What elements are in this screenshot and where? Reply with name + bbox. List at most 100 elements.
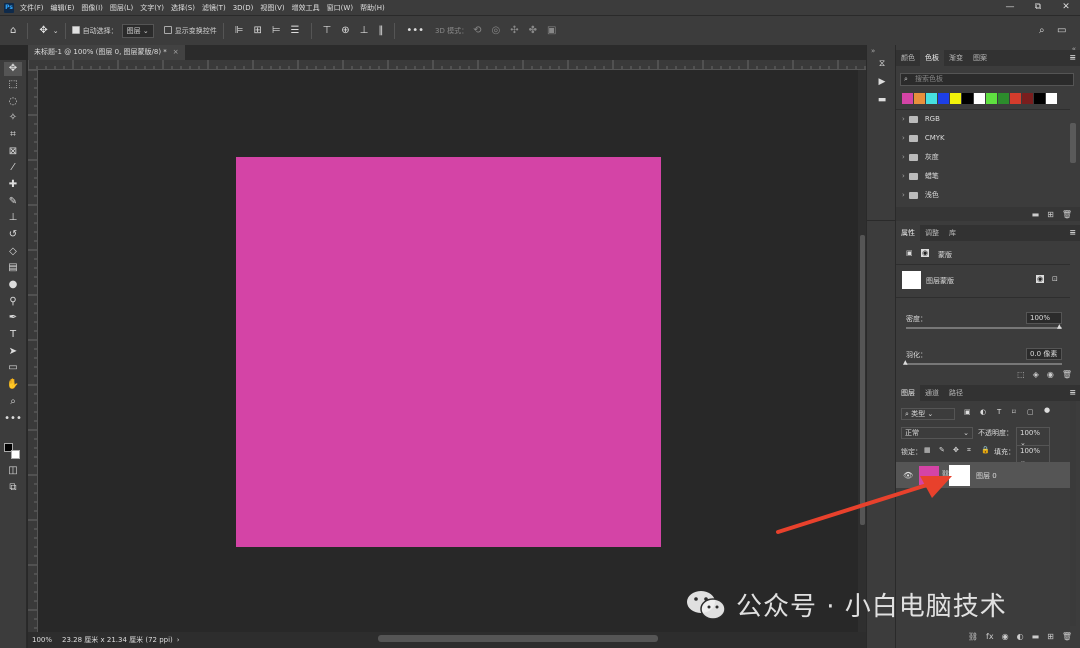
tab-gradients[interactable]: 渐变	[944, 50, 968, 66]
status-menu-icon[interactable]: ›	[177, 636, 180, 644]
feather-input[interactable]: 0.0 像素	[1026, 348, 1062, 360]
layer-filter-dropdown[interactable]: ⌕ 类型 ⌄	[901, 408, 955, 420]
lock-image-icon[interactable]: ✎	[939, 446, 945, 454]
align-top-icon[interactable]: ⊤	[323, 25, 332, 36]
adjustment-layer-icon[interactable]: ◐	[1017, 632, 1024, 641]
color-swatch[interactable]	[998, 93, 1009, 104]
layers-scrollbar-track[interactable]	[1070, 401, 1076, 626]
menu-help[interactable]: 帮助(H)	[360, 3, 385, 13]
history-brush-icon[interactable]: ↺	[4, 228, 22, 242]
auto-select-dropdown[interactable]: 图层 ⌄	[121, 23, 154, 38]
tab-channels[interactable]: 通道	[920, 385, 944, 401]
search-icon[interactable]: ⌕	[1039, 25, 1045, 36]
layer-name[interactable]: 图层 0	[976, 471, 997, 481]
lock-position-icon[interactable]: ✥	[953, 446, 959, 454]
3d-roll-icon[interactable]: ◎	[492, 25, 501, 36]
actions-play-icon[interactable]: ▶	[876, 77, 888, 87]
vertical-scrollbar[interactable]	[858, 70, 866, 632]
path-select-icon[interactable]: ➤	[4, 345, 22, 359]
blend-mode-dropdown[interactable]: 正常 ⌄	[901, 427, 973, 439]
new-swatch-icon[interactable]: ⊞	[1047, 210, 1054, 219]
add-mask-icon[interactable]: ◉	[1002, 632, 1009, 641]
auto-select-checkbox[interactable]: 自动选择：	[71, 25, 118, 36]
3d-slide-icon[interactable]: ✤	[529, 25, 537, 36]
filter-shape-icon[interactable]: ⌑	[1012, 408, 1016, 416]
3d-drag-icon[interactable]: ✣	[510, 25, 518, 36]
menu-layer[interactable]: 图层(L)	[110, 3, 133, 13]
more-options-icon[interactable]: •••	[406, 25, 424, 36]
background-color-swatch[interactable]	[11, 450, 20, 459]
frame-tool-icon[interactable]: ⊠	[4, 145, 22, 159]
menu-image[interactable]: 图像(I)	[81, 3, 103, 13]
align-left-icon[interactable]: ⊫	[235, 25, 244, 36]
color-swatch[interactable]	[950, 93, 961, 104]
color-swatch[interactable]	[902, 93, 913, 104]
hand-tool-icon[interactable]: ✋	[4, 378, 22, 392]
stamp-tool-icon[interactable]: ⊥	[4, 211, 22, 225]
type-tool-icon[interactable]: T	[4, 328, 22, 342]
swatches-scrollbar[interactable]	[1070, 123, 1076, 163]
chevron-down-icon[interactable]: ⌄	[53, 27, 59, 35]
link-layers-icon[interactable]: ⛓	[968, 632, 978, 641]
crop-tool-icon[interactable]: ⌗	[4, 128, 22, 142]
new-group-icon[interactable]: ▬	[1032, 210, 1040, 219]
swatch-group-gray[interactable]: › 灰度	[902, 152, 939, 162]
canvas-area[interactable]	[38, 70, 858, 632]
swatch-group-pastel[interactable]: › 蜡笔	[902, 171, 939, 181]
magic-wand-icon[interactable]: ✧	[4, 111, 22, 125]
maximize-button[interactable]: ⧉	[1024, 0, 1052, 15]
align-bottom-icon[interactable]: ⊥	[360, 25, 369, 36]
panel-menu-icon[interactable]: ≡	[1069, 228, 1076, 237]
lock-all-icon[interactable]: 🔒	[981, 446, 990, 454]
new-layer-icon[interactable]: ⊞	[1047, 632, 1054, 641]
3d-camera-icon[interactable]: ▣	[547, 25, 556, 36]
filter-type-icon[interactable]: T	[997, 408, 1001, 416]
distribute-icon[interactable]: ☰	[291, 25, 300, 36]
distribute-vertical-icon[interactable]: ‖	[378, 25, 383, 36]
lock-artboard-icon[interactable]: ⌗	[967, 446, 971, 455]
dodge-tool-icon[interactable]: ⚲	[4, 295, 22, 309]
filter-smart-object-icon[interactable]: ▢	[1027, 408, 1034, 416]
feather-slider-handle[interactable]: ▲	[903, 359, 908, 366]
tab-libraries[interactable]: 库	[944, 225, 961, 241]
color-swatch[interactable]	[974, 93, 985, 104]
workspace-icon[interactable]: ▭	[1057, 25, 1066, 36]
feather-slider[interactable]	[906, 363, 1062, 365]
color-swatch[interactable]	[1034, 93, 1045, 104]
swatch-group-rgb[interactable]: › RGB	[902, 115, 940, 123]
filter-adjustment-icon[interactable]: ◐	[980, 408, 986, 416]
rectangle-tool-icon[interactable]: ▭	[4, 361, 22, 375]
color-swatch[interactable]	[962, 93, 973, 104]
panel-menu-icon[interactable]: ≡	[1069, 53, 1076, 62]
move-tool-icon[interactable]: ✥	[39, 25, 47, 36]
color-swatch[interactable]	[1022, 93, 1033, 104]
show-transform-checkbox[interactable]: 显示变换控件	[163, 25, 217, 36]
color-swatch[interactable]	[938, 93, 949, 104]
select-pixel-mask-icon[interactable]: ◉	[1036, 275, 1045, 283]
delete-icon[interactable]: 🗑	[1062, 210, 1072, 219]
density-slider[interactable]	[906, 327, 1062, 329]
menu-plugins[interactable]: 增效工具	[292, 3, 320, 13]
align-right-icon[interactable]: ⊨	[272, 25, 281, 36]
zoom-tool-icon[interactable]: ⌕	[4, 395, 22, 409]
close-window-button[interactable]: ✕	[1052, 0, 1080, 15]
brush-tool-icon[interactable]: ✎	[4, 195, 22, 209]
minimize-button[interactable]: —	[996, 0, 1024, 15]
document-tab[interactable]: 未标题-1 @ 100% (图层 0, 图层蒙版/8) * ×	[28, 45, 185, 60]
color-swatch[interactable]	[1046, 93, 1057, 104]
blur-tool-icon[interactable]: ●	[4, 278, 22, 292]
delete-layer-icon[interactable]: 🗑	[1062, 632, 1072, 641]
load-selection-icon[interactable]: ⬚	[1017, 370, 1025, 379]
new-group-icon[interactable]: ▬	[1032, 632, 1040, 641]
3d-rotate-icon[interactable]: ⟲	[473, 25, 481, 36]
panel-menu-icon[interactable]: ≡	[1069, 388, 1076, 397]
apply-mask-icon[interactable]: ◈	[1033, 370, 1039, 379]
tab-patterns[interactable]: 图案	[968, 50, 992, 66]
document-artboard[interactable]	[236, 157, 661, 547]
filter-toggle-icon[interactable]: ●	[1044, 406, 1050, 414]
gradient-tool-icon[interactable]: ▤	[4, 261, 22, 275]
horizontal-scrollbar-thumb[interactable]	[378, 635, 658, 642]
quick-mask-icon[interactable]: ◫	[4, 464, 22, 478]
vector-mask-icon[interactable]: ⊡	[1052, 275, 1058, 283]
menu-view[interactable]: 视图(V)	[260, 3, 284, 13]
